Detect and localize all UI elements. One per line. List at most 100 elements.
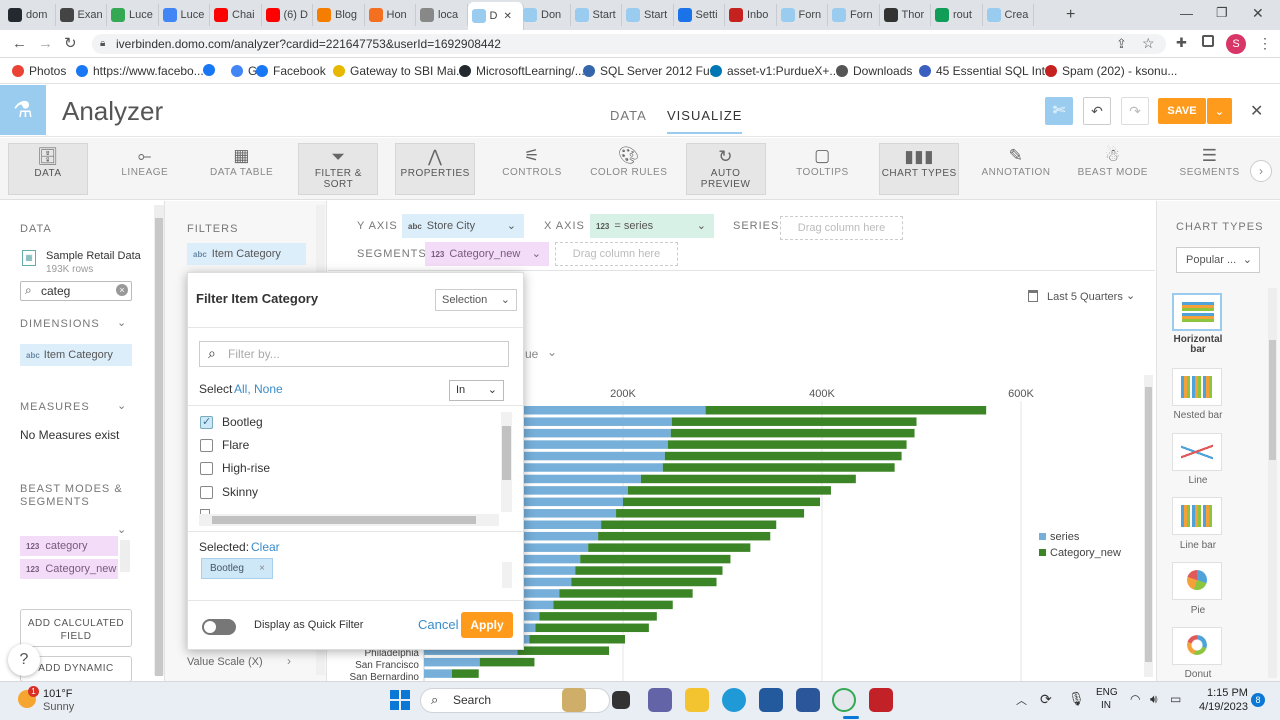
bar-segment-category-new[interactable] — [705, 406, 987, 415]
selected-scrollbar[interactable] — [502, 562, 512, 588]
tray-overflow-icon[interactable]: ︿ — [1016, 692, 1027, 708]
bookmark-item[interactable]: asset-v1:PurdueX+... — [710, 64, 839, 78]
browser-tab[interactable]: Hon — [365, 4, 416, 26]
option-label[interactable]: Flare — [222, 438, 249, 452]
weather-temp[interactable]: 101°F — [43, 688, 72, 700]
browser-tab[interactable]: loca — [416, 4, 468, 26]
bar-segment-category-new[interactable] — [529, 635, 625, 644]
browser-tab[interactable]: Chai — [210, 4, 262, 26]
close-window-icon[interactable]: ✕ — [1252, 5, 1264, 22]
toolbar-data[interactable]: 🗄︎ DATA — [8, 143, 88, 195]
chart-type-nested-bar[interactable] — [1172, 368, 1222, 406]
browser-tab[interactable]: rout — [931, 4, 983, 26]
bar-segment-category-new[interactable] — [664, 451, 902, 461]
teams-chat-icon[interactable] — [648, 688, 672, 712]
browser-tab[interactable]: Start — [622, 4, 674, 26]
undo-icon[interactable]: ↶ — [1083, 97, 1111, 125]
series-drop-zone[interactable]: Drag column here — [780, 216, 903, 240]
wifi-icon[interactable]: ◠ — [1130, 692, 1140, 706]
browser-tab[interactable]: Start — [571, 4, 622, 26]
toolbar-next-chevron-icon[interactable]: › — [1250, 160, 1272, 182]
toolbar-data-table[interactable]: ▦ DATA TABLE — [202, 143, 282, 195]
bar-segment-category-new[interactable] — [559, 589, 693, 598]
close-analyzer-icon[interactable]: ✕ — [1250, 101, 1263, 121]
apply-button[interactable]: Apply — [461, 612, 513, 638]
toolbar-lineage[interactable]: ⟜ LINEAGE — [105, 143, 185, 195]
bar-segment-category-new[interactable] — [479, 657, 535, 667]
x-axis-pill[interactable]: 123 = series ⌄ — [590, 214, 714, 238]
bookmark-item[interactable]: MicrosoftLearning/... — [459, 64, 585, 78]
chrome-icon[interactable] — [832, 688, 856, 712]
toolbar-segments[interactable]: ☰ SEGMENTS — [1170, 143, 1250, 195]
bar-segment-category-new[interactable] — [627, 486, 831, 495]
bookmark-item[interactable]: Photos — [12, 64, 66, 78]
sidepanel-icon[interactable] — [1202, 35, 1214, 47]
store-icon[interactable] — [759, 688, 783, 712]
notification-badge[interactable]: 8 — [1251, 693, 1265, 707]
select-all-link[interactable]: All, — [234, 382, 251, 396]
bar-segment-category-new[interactable] — [623, 497, 821, 507]
volume-icon[interactable]: 🔊︎ — [1150, 692, 1158, 707]
browser-tab[interactable]: Luce — [159, 4, 210, 26]
bar-segment-category-new[interactable] — [535, 623, 649, 633]
browser-tab[interactable]: Setti — [674, 4, 725, 26]
option-checkbox[interactable] — [200, 439, 213, 452]
dataset-name[interactable]: Sample Retail Data — [46, 250, 141, 262]
share-icon[interactable]: ⇪ — [1116, 36, 1127, 52]
value-scale-chevron-icon[interactable]: › — [287, 654, 291, 668]
beast-scrollbar[interactable] — [120, 540, 130, 572]
beast-mode-item[interactable]: 123 Category_new — [20, 559, 118, 579]
tab-visualize[interactable]: VISUALIZE — [667, 108, 743, 134]
chart-type-line[interactable] — [1172, 433, 1222, 471]
bookmark-item[interactable]: https://www.facebo... — [76, 64, 204, 78]
bar-segment-category-new[interactable] — [640, 474, 856, 484]
restore-icon[interactable]: ❐ — [1216, 5, 1228, 21]
forward-icon[interactable]: → — [38, 35, 53, 52]
browser-tab[interactable]: Thor — [880, 4, 931, 26]
dimension-item-category[interactable]: abc Item Category — [20, 344, 132, 366]
toolbar-controls[interactable]: ⚟ CONTROLS — [492, 143, 572, 195]
back-icon[interactable]: ← — [12, 35, 27, 52]
clock-time[interactable]: 1:15 PM — [1207, 687, 1248, 699]
value-scale-label[interactable]: Value Scale (X) — [187, 656, 263, 668]
new-tab-icon[interactable]: + — [1066, 6, 1075, 24]
right-scrollbar-thumb[interactable] — [1269, 340, 1276, 460]
y-axis-pill[interactable]: abc Store City ⌄ — [402, 214, 524, 238]
tools-icon[interactable]: ✄ — [1045, 97, 1073, 125]
add-calculated-field-button[interactable]: ADD CALCULATED FIELD — [20, 609, 132, 647]
browser-tab[interactable]: dom — [4, 4, 56, 26]
chart-type-horizontal-bar[interactable] — [1172, 293, 1222, 331]
options-scrollbar-thumb[interactable] — [502, 426, 511, 480]
browser-tab[interactable]: Luce — [107, 4, 159, 26]
bookmark-item[interactable]: 45 Essential SQL Int... — [919, 64, 1055, 78]
filter-pill-item-category[interactable]: abc Item Category — [187, 243, 306, 265]
toolbar-color-rules[interactable]: 🎨︎ COLOR RULES — [589, 143, 669, 195]
bar-segment-series[interactable] — [424, 669, 452, 678]
bookmark-item[interactable]: Downloads — [836, 64, 912, 78]
battery-icon[interactable]: ▭ — [1170, 692, 1181, 706]
chart-type-donut[interactable] — [1172, 627, 1222, 665]
bar-segment-category-new[interactable] — [553, 600, 673, 610]
option-label[interactable]: Skinny — [222, 485, 258, 499]
edge-icon[interactable] — [722, 688, 746, 712]
extensions-icon[interactable]: ✚ — [1176, 35, 1187, 51]
bar-segment-category-new[interactable] — [670, 428, 915, 438]
bar-segment-category-new[interactable] — [601, 520, 777, 530]
profile-avatar[interactable]: S — [1226, 34, 1246, 54]
legend-label[interactable]: series — [1050, 531, 1080, 543]
browser-menu-icon[interactable]: ⋮ — [1258, 35, 1272, 52]
bar-segment-category-new[interactable] — [451, 669, 479, 678]
option-checkbox[interactable] — [200, 462, 213, 475]
quick-filter-toggle[interactable] — [202, 619, 236, 635]
bar-segment-category-new[interactable] — [539, 612, 657, 621]
chart-type-line-bar[interactable] — [1172, 497, 1222, 535]
remove-chip-icon[interactable]: × — [259, 559, 265, 578]
language-region[interactable]: IN — [1101, 700, 1111, 711]
windows-start-icon[interactable] — [390, 690, 410, 710]
minimize-icon[interactable]: — — [1180, 6, 1193, 21]
clear-selection-link[interactable]: Clear — [251, 540, 280, 554]
dimensions-chevron-icon[interactable]: ⌄ — [117, 316, 126, 329]
operator-select[interactable]: In ⌄ — [449, 380, 504, 401]
microphone-icon[interactable]: 🎙︎ — [1068, 691, 1085, 707]
browser-tab[interactable]: Forn — [777, 4, 828, 26]
